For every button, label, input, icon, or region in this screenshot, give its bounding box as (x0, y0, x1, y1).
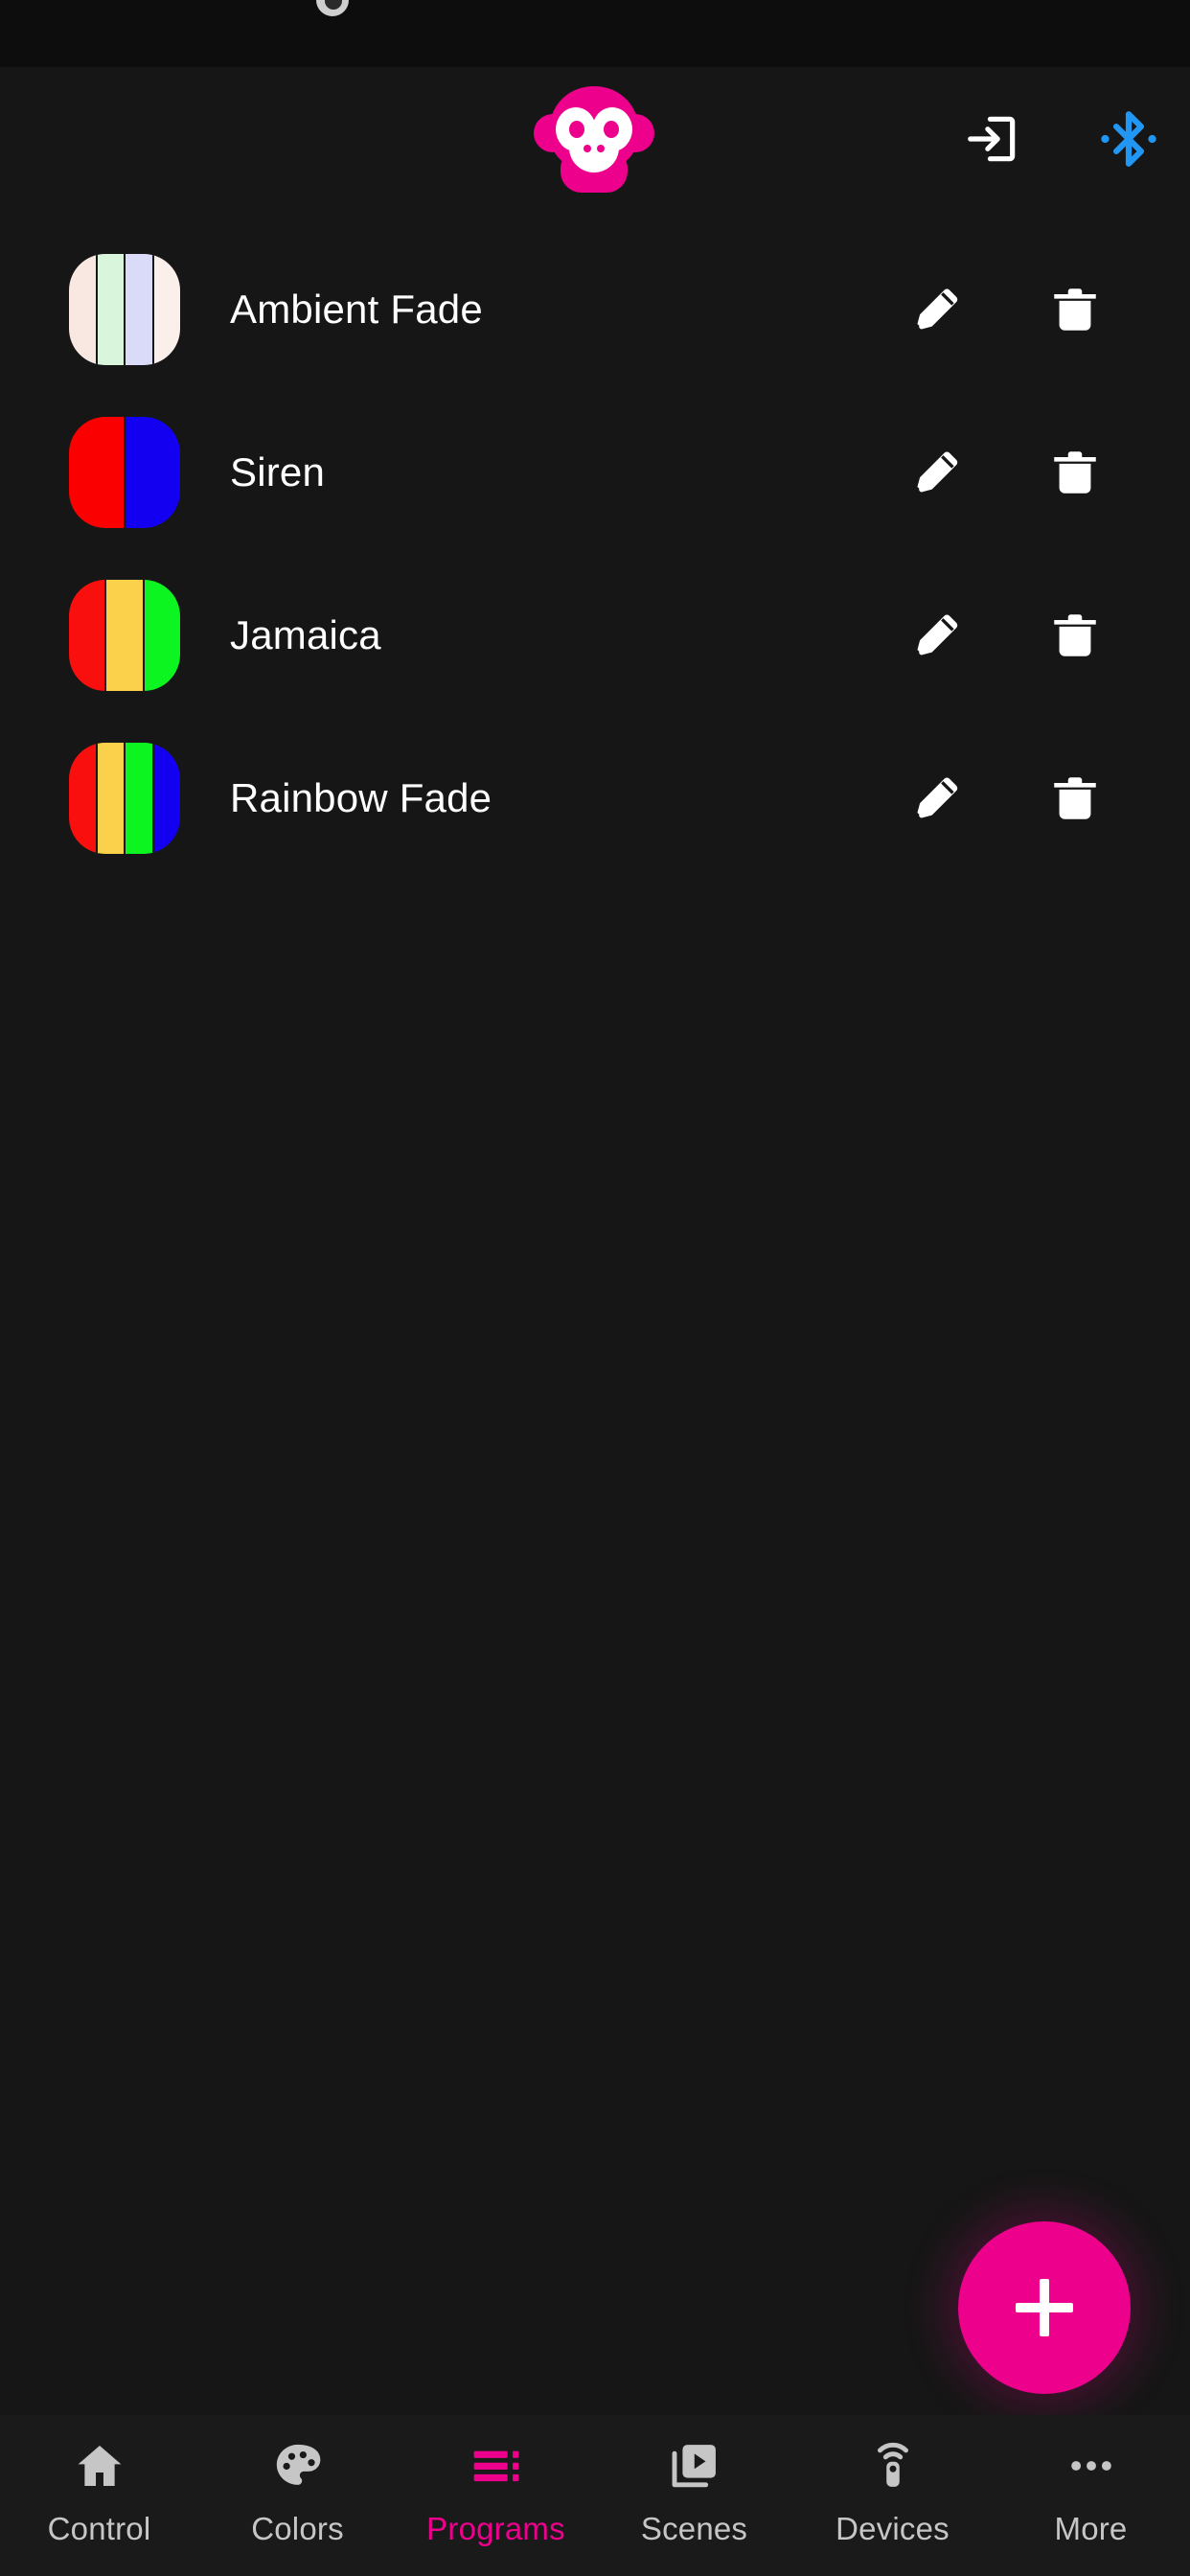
nav-label: Scenes (640, 2511, 748, 2546)
nav-item-control[interactable]: Control (0, 2415, 198, 2576)
plus-icon (1016, 2279, 1073, 2336)
edit-icon[interactable] (906, 442, 968, 503)
nav-label: Programs (426, 2511, 565, 2546)
program-color-swatch (69, 254, 180, 365)
program-list: Ambient Fade Siren Jamaica Rainbow Fade (0, 228, 1190, 880)
nav-item-programs[interactable]: Programs (397, 2415, 595, 2576)
more-horizontal-icon (1064, 2436, 1118, 2496)
program-row-actions (906, 228, 1106, 391)
nav-item-scenes[interactable]: Scenes (595, 2415, 793, 2576)
video-library-icon (668, 2436, 721, 2496)
swatch-stripe (69, 417, 124, 528)
program-color-swatch (69, 417, 180, 528)
nav-item-devices[interactable]: Devices (793, 2415, 992, 2576)
program-row-actions (906, 554, 1106, 717)
status-bar (0, 0, 1190, 67)
swatch-stripe (151, 743, 180, 854)
program-name: Rainbow Fade (230, 775, 492, 820)
bottom-navigation: Control Colors Programs Scenes Devices M… (0, 2415, 1190, 2576)
swatch-stripe (95, 743, 124, 854)
app-root: Ambient Fade Siren Jamaica Rainbow Fade … (0, 0, 1190, 2576)
program-row[interactable]: Rainbow Fade (0, 717, 1190, 880)
swatch-stripe (151, 254, 180, 365)
program-name: Ambient Fade (230, 287, 483, 332)
app-bar-actions (958, 67, 1163, 211)
nav-label: More (1054, 2511, 1128, 2546)
home-icon (73, 2436, 126, 2496)
program-row-actions (906, 391, 1106, 554)
login-icon[interactable] (958, 104, 1027, 173)
nav-label: Colors (251, 2511, 344, 2546)
swatch-stripe (124, 254, 152, 365)
delete-icon[interactable] (1044, 768, 1106, 829)
swatch-stripe (95, 254, 124, 365)
bluetooth-icon[interactable] (1094, 104, 1163, 173)
palette-icon (271, 2436, 325, 2496)
program-color-swatch (69, 743, 180, 854)
program-color-swatch (69, 580, 180, 691)
program-row[interactable]: Ambient Fade (0, 228, 1190, 391)
delete-icon[interactable] (1044, 442, 1106, 503)
delete-icon[interactable] (1044, 605, 1106, 666)
program-row-actions (906, 717, 1106, 880)
swatch-stripe (69, 254, 96, 365)
program-row[interactable]: Siren (0, 391, 1190, 554)
swatch-stripe (69, 743, 96, 854)
app-bar (0, 67, 1190, 211)
nav-label: Devices (835, 2511, 950, 2546)
edit-icon[interactable] (906, 605, 968, 666)
swatch-stripe (124, 743, 152, 854)
edit-icon[interactable] (906, 768, 968, 829)
nav-label: Control (47, 2511, 151, 2546)
nav-item-colors[interactable]: Colors (198, 2415, 397, 2576)
monkey-logo (532, 84, 656, 195)
program-name: Siren (230, 449, 326, 494)
swatch-stripe (69, 580, 105, 691)
list-queue-icon (469, 2436, 523, 2496)
program-name: Jamaica (230, 612, 381, 657)
nav-item-more[interactable]: More (992, 2415, 1190, 2576)
remote-control-icon (866, 2436, 920, 2496)
add-program-button[interactable] (958, 2221, 1131, 2394)
swatch-stripe (124, 417, 180, 528)
delete-icon[interactable] (1044, 279, 1106, 340)
status-bar-camera-cutout (311, 0, 354, 21)
edit-icon[interactable] (906, 279, 968, 340)
swatch-stripe (104, 580, 143, 691)
swatch-stripe (142, 580, 180, 691)
program-row[interactable]: Jamaica (0, 554, 1190, 717)
